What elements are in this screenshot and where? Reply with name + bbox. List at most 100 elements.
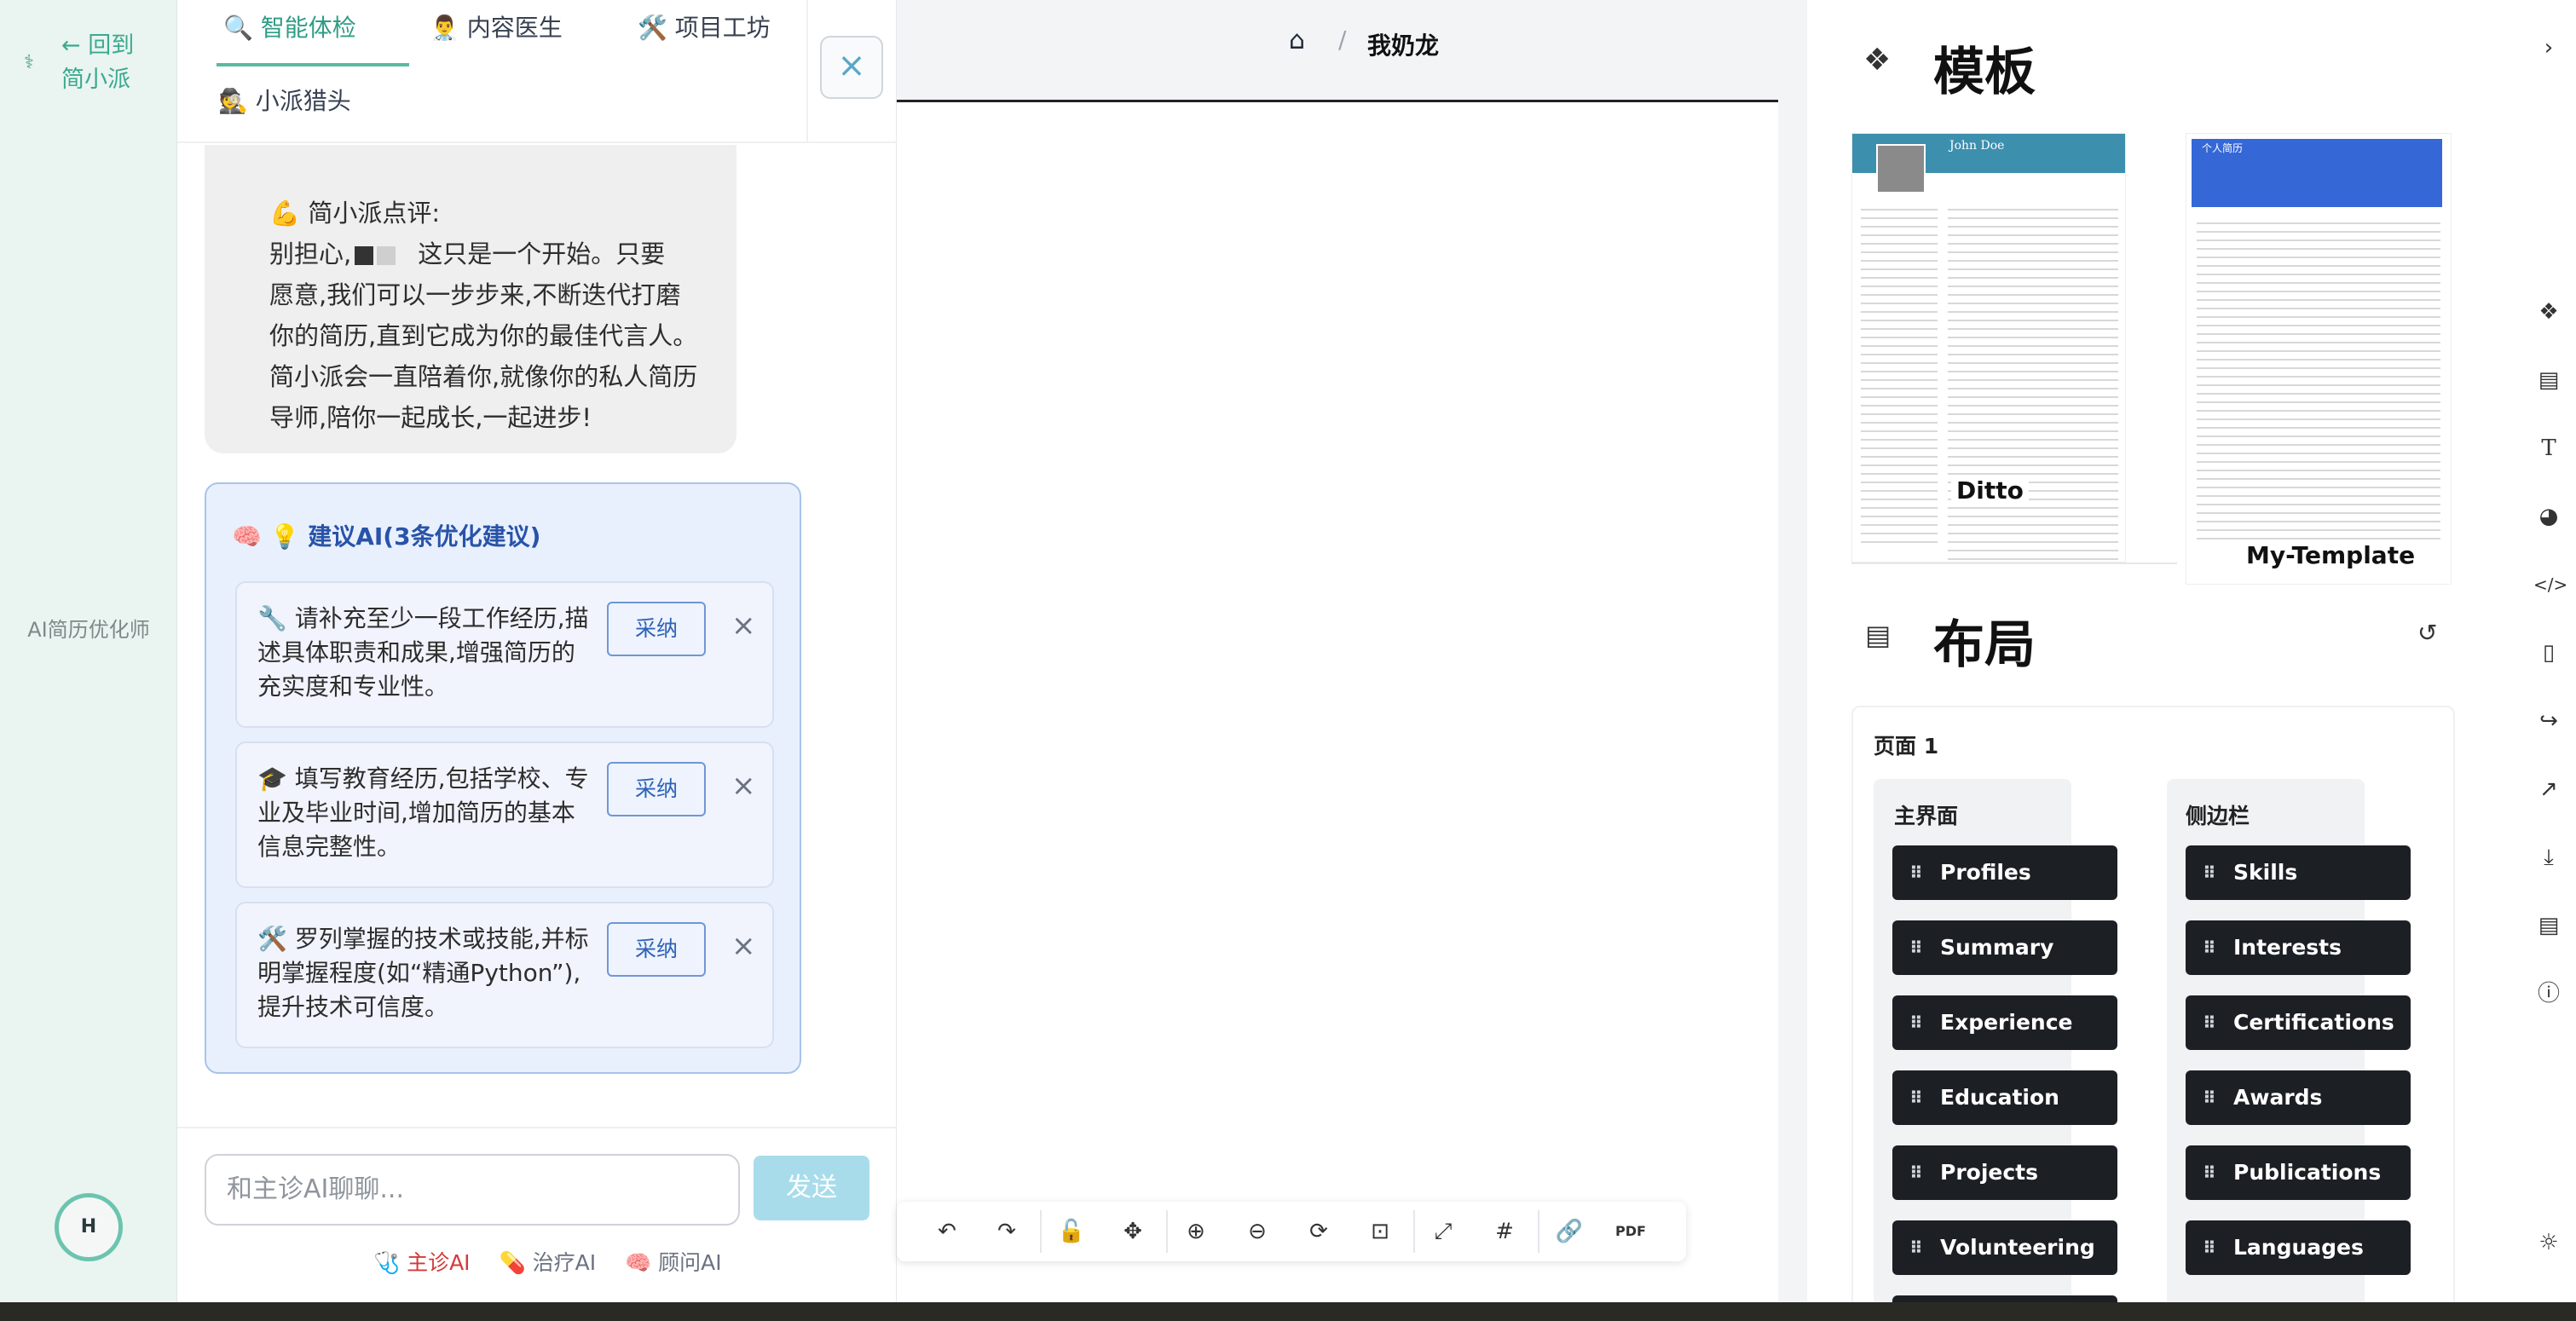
tab-content-doctor[interactable]: 👨‍⚕️ 内容医生 (430, 0, 563, 66)
tab-separator (177, 141, 897, 143)
reset-layout-icon[interactable]: ↺ (2417, 619, 2437, 647)
drag-handle-icon[interactable]: ⠿ (1909, 1220, 1923, 1275)
suggestions-header: 🧠 💡 建议AI(3条优化建议) (232, 522, 541, 551)
section-label: Awards (2233, 1085, 2323, 1110)
templates-heading: 模板 (1933, 43, 2036, 102)
zoom-in-icon[interactable]: ⊕ (1175, 1210, 1217, 1253)
hash-icon[interactable]: # (1483, 1210, 1526, 1253)
section-interests[interactable]: ⠿ Interests (2186, 920, 2411, 975)
home-icon[interactable]: ⌂ (1289, 26, 1305, 55)
typography-icon[interactable]: T (2533, 433, 2564, 464)
template-sidebar-text (1861, 202, 1938, 543)
redacted-name (355, 246, 374, 265)
detective-icon: 🕵️ (218, 87, 248, 115)
adopt-button[interactable]: 采纳 (607, 602, 706, 656)
css-code-icon[interactable]: </> (2533, 569, 2567, 600)
suggestion-item: 🔧 请补充至少一段工作经历,描述具体职责和成果,增强简历的充实度和专业性。 采纳… (235, 581, 774, 728)
sidebar-column-label: 侧边栏 (2186, 804, 2250, 828)
dismiss-icon[interactable]: × (731, 769, 757, 803)
drag-handle-icon[interactable]: ⠿ (2203, 1220, 2216, 1275)
section-awards[interactable]: ⠿ Awards (2186, 1070, 2411, 1125)
mode-advisor[interactable]: 🧠 顾问AI (625, 1250, 722, 1275)
drag-handle-icon[interactable]: ⠿ (2203, 920, 2216, 975)
share-icon[interactable]: ↪ (2533, 706, 2564, 736)
template-ditto[interactable]: John Doe Ditto (1851, 133, 2126, 562)
section-summary[interactable]: ⠿ Summary (1892, 920, 2117, 975)
review-title: 💪 简小派点评: (269, 199, 441, 228)
link-icon[interactable]: 🔗 (1548, 1210, 1591, 1253)
layout-page-1: 页面 1 主界面 侧边栏 ⠿ Profiles ⠿ Summary ⠿ Experie… (1851, 706, 2455, 1321)
mode-diagnosis[interactable]: 🩺 主诊AI (373, 1250, 471, 1275)
drag-handle-icon[interactable]: ⠿ (2203, 1070, 2216, 1125)
line-icon[interactable]: ⤢ (1422, 1210, 1464, 1253)
tab-divider (806, 0, 808, 141)
drag-handle-icon[interactable]: ⠿ (2203, 845, 2216, 900)
close-panel-button[interactable]: × (820, 36, 883, 99)
section-publications[interactable]: ⠿ Publications (2186, 1145, 2411, 1200)
fit-icon[interactable]: ⊡ (1359, 1210, 1401, 1253)
tab-project-workshop[interactable]: 🛠️ 项目工坊 (638, 0, 771, 66)
section-skills[interactable]: ⠿ Skills (2186, 845, 2411, 900)
adopt-button[interactable]: 采纳 (607, 922, 706, 977)
lock-icon[interactable]: 🔓 (1050, 1210, 1093, 1253)
chat-input[interactable]: 和主诊AI聊聊... (205, 1154, 740, 1226)
section-education[interactable]: ⠿ Education (1892, 1070, 2117, 1125)
drag-handle-icon[interactable]: ⠿ (1909, 1070, 1923, 1125)
brand-logo-icon: ⚕ (24, 52, 34, 73)
pdf-icon[interactable]: PDF (1609, 1210, 1652, 1253)
section-volunteering[interactable]: ⠿ Volunteering (1892, 1220, 2117, 1275)
undo-icon[interactable]: ↶ (926, 1210, 968, 1253)
templates-nav-icon[interactable]: ❖ (2533, 297, 2564, 327)
section-label: Profiles (1940, 860, 2031, 885)
drag-handle-icon[interactable]: ⠿ (2203, 1145, 2216, 1200)
theme-palette-icon[interactable]: ◕ (2533, 501, 2564, 532)
section-nav-bar: › ❖ ▤ T ◕ </> ▯ ↪ ↗ ⤓ ▤ ⓘ ☼ (2521, 0, 2576, 1302)
section-projects[interactable]: ⠿ Projects (1892, 1145, 2117, 1200)
resume-canvas: ⌂ / 我奶龙 (897, 0, 1807, 1302)
adopt-button[interactable]: 采纳 (607, 762, 706, 816)
review-line: 别担心, (269, 239, 352, 268)
dismiss-icon[interactable]: × (731, 929, 757, 963)
section-languages[interactable]: ⠿ Languages (2186, 1220, 2411, 1275)
dismiss-icon[interactable]: × (731, 609, 757, 643)
section-label: Experience (1940, 1010, 2073, 1035)
page-label: 页面 1 (1874, 734, 1939, 759)
toolbar-divider (1166, 1210, 1168, 1253)
user-avatar[interactable]: H (55, 1193, 123, 1261)
page-icon[interactable]: ▯ (2533, 637, 2564, 668)
drag-handle-icon[interactable]: ⠿ (1909, 920, 1923, 975)
drag-handle-icon[interactable]: ⠿ (1909, 995, 1923, 1050)
redo-icon[interactable]: ↷ (985, 1210, 1028, 1253)
statistics-icon[interactable]: ↗ (2533, 774, 2564, 805)
tab-headhunter[interactable]: 🕵️ 小派猎头 (218, 73, 351, 140)
section-experience[interactable]: ⠿ Experience (1892, 995, 2117, 1050)
info-icon[interactable]: ⓘ (2533, 978, 2564, 1009)
zoom-out-icon[interactable]: ⊖ (1236, 1210, 1279, 1253)
notes-icon[interactable]: ▤ (2533, 910, 2564, 941)
layout-nav-icon[interactable]: ▤ (2533, 365, 2564, 395)
review-line: 你的简历,直到它成为你的最佳代言人。 (269, 321, 698, 350)
move-icon[interactable]: ✥ (1112, 1210, 1154, 1253)
reset-zoom-icon[interactable]: ⟳ (1297, 1210, 1340, 1253)
suggestion-text: 🛠️ 罗列掌握的技术或技能,并标明掌握程度(如“精通Python”),提升技术可… (257, 925, 589, 1021)
chat-panel: 🔍 智能体检 👨‍⚕️ 内容医生 🛠️ 项目工坊 🕵️ 小派猎头 × 💪 简小派… (177, 0, 897, 1302)
collapse-panel-icon[interactable]: › (2533, 32, 2564, 63)
template-my-template[interactable]: 个人简历 My-Template (2186, 133, 2452, 585)
export-icon[interactable]: ⤓ (2533, 842, 2564, 873)
suggestion-item: 🎓 填写教育经历,包括学校、专业及毕业时间,增加简历的基本信息完整性。 采纳 × (235, 741, 774, 888)
template-body-text (2197, 216, 2440, 539)
send-button[interactable]: 发送 (754, 1156, 869, 1220)
section-certifications[interactable]: ⠿ Certifications (2186, 995, 2411, 1050)
section-label: Interests (2233, 935, 2342, 960)
section-profiles[interactable]: ⠿ Profiles (1892, 845, 2117, 900)
drag-handle-icon[interactable]: ⠿ (1909, 1145, 1923, 1200)
drag-handle-icon[interactable]: ⠿ (2203, 995, 2216, 1050)
suggestion-text: 🎓 填写教育经历,包括学校、专业及毕业时间,增加简历的基本信息完整性。 (257, 764, 589, 861)
mode-treatment[interactable]: 💊 治疗AI (500, 1250, 597, 1275)
section-label: Education (1940, 1085, 2059, 1110)
tab-smart-check[interactable]: 🔍 智能体检 (217, 0, 409, 66)
review-line: 导师,陪你一起成长,一起进步! (269, 403, 592, 432)
template-person-name: 个人简历 (2202, 142, 2244, 154)
sun-icon[interactable]: ☼ (2533, 1227, 2564, 1258)
drag-handle-icon[interactable]: ⠿ (1909, 845, 1923, 900)
